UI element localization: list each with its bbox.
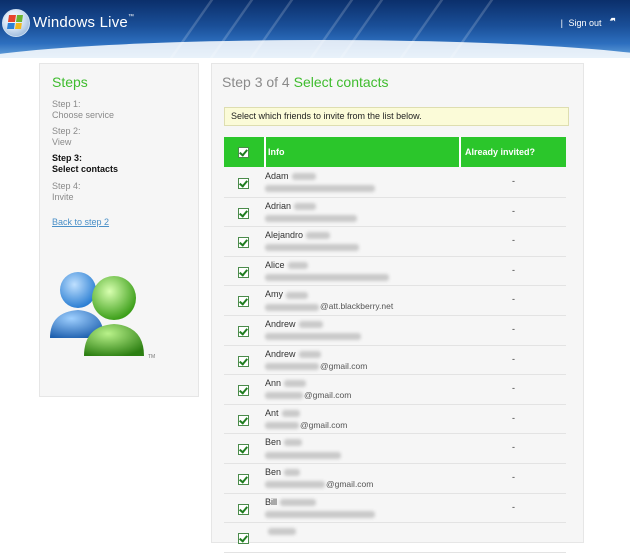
contact-checkbox[interactable] <box>238 533 249 545</box>
column-header-already-invited: Already invited? <box>459 137 566 167</box>
contact-checkbox[interactable] <box>238 444 249 456</box>
brand-title[interactable]: Windows Live™ <box>33 14 134 31</box>
contact-row[interactable]: Bill - <box>224 494 566 524</box>
already-invited-value: - <box>512 383 515 394</box>
already-invited-value: - <box>512 235 515 246</box>
already-invited-value: - <box>512 323 515 334</box>
contact-name: Andrew <box>265 349 321 359</box>
contact-email <box>265 272 390 282</box>
contact-email: @gmail.com <box>265 390 351 400</box>
step-2: Step 2: View <box>52 126 81 147</box>
steps-sidebar: Steps Step 1: Choose service Step 2: View … <box>39 63 199 397</box>
contact-row[interactable]: Alice - <box>224 257 566 287</box>
messenger-buddies-icon: TM <box>48 268 160 363</box>
already-invited-value: - <box>512 501 515 512</box>
windows-flag-icon <box>7 15 23 29</box>
contact-name: Bill <box>265 497 317 507</box>
contact-name: Ant <box>265 408 300 418</box>
already-invited-value: - <box>512 176 515 186</box>
contact-name: Ben <box>265 437 303 447</box>
signout-label[interactable]: Sign out <box>568 18 601 28</box>
contact-checkbox[interactable] <box>238 207 249 219</box>
contact-checkbox[interactable] <box>238 414 249 426</box>
contact-name: Adrian <box>265 201 317 211</box>
contact-email <box>265 509 376 519</box>
page-title: Step 3 of 4 Select contacts <box>222 74 389 90</box>
contact-row[interactable]: Andrew @gmail.com - <box>224 346 566 376</box>
contact-email <box>265 449 342 459</box>
contact-row[interactable] <box>224 523 566 553</box>
contact-checkbox[interactable] <box>238 503 249 515</box>
select-all-checkbox[interactable] <box>238 147 249 158</box>
contact-checkbox[interactable] <box>238 385 249 397</box>
select-contacts-panel: Step 3 of 4 Select contacts Select which… <box>211 63 584 553</box>
signout-link[interactable]: | Sign out <box>561 17 616 28</box>
contact-checkbox[interactable] <box>238 473 249 485</box>
top-header-bar: Windows Live™ | Sign out <box>0 0 630 58</box>
contact-checkbox[interactable] <box>238 325 249 337</box>
steps-title: Steps <box>52 74 88 90</box>
contacts-list: Adam - Adrian - Alejandro - Alice - Amy … <box>224 168 566 553</box>
already-invited-value: - <box>512 442 515 453</box>
contact-name: Amy <box>265 289 308 299</box>
contact-row[interactable]: Amy @att.blackberry.net - <box>224 286 566 316</box>
already-invited-value: - <box>512 471 515 482</box>
contact-name: Alice <box>265 260 308 270</box>
contact-checkbox[interactable] <box>238 178 249 189</box>
step-1: Step 1: Choose service <box>52 99 115 120</box>
already-invited-value: - <box>512 264 515 275</box>
contact-row[interactable]: Adrian - <box>224 198 566 228</box>
contact-row[interactable]: Ant @gmail.com - <box>224 405 566 435</box>
already-invited-value: - <box>512 205 515 216</box>
svg-text:TM: TM <box>148 354 155 360</box>
contacts-table-header: Info Already invited? <box>224 137 566 167</box>
column-header-info: Info <box>264 137 459 167</box>
contact-checkbox[interactable] <box>238 296 249 308</box>
step-3-current: Step 3: Select contacts <box>52 153 119 174</box>
back-to-step-2-link[interactable]: Back to step 2 <box>52 217 109 227</box>
contact-checkbox[interactable] <box>238 355 249 367</box>
contact-row[interactable]: Ben - <box>224 434 566 464</box>
contact-row[interactable]: Ben @gmail.com - <box>224 464 566 494</box>
contact-checkbox[interactable] <box>238 237 249 249</box>
contact-email: @gmail.com <box>265 420 347 430</box>
contact-name: Alejandro <box>265 230 331 240</box>
instruction-notice: Select which friends to invite from the … <box>224 107 569 126</box>
already-invited-value: - <box>512 294 515 305</box>
contact-email <box>265 331 362 341</box>
contact-name <box>265 526 296 536</box>
already-invited-value: - <box>512 353 515 364</box>
contact-row[interactable]: Adam - <box>224 168 566 198</box>
contact-email: @gmail.com <box>265 479 373 489</box>
contact-name: Ann <box>265 378 307 388</box>
already-invited-value: - <box>512 412 515 423</box>
contact-row[interactable]: Andrew - <box>224 316 566 346</box>
contact-checkbox[interactable] <box>238 266 249 278</box>
contact-name: Andrew <box>265 319 323 329</box>
contact-email <box>265 183 376 193</box>
contact-row[interactable]: Ann @gmail.com - <box>224 375 566 405</box>
contact-row[interactable]: Alejandro - <box>224 227 566 257</box>
contact-email: @att.blackberry.net <box>265 301 393 311</box>
contact-email <box>265 242 360 252</box>
signout-arrow-icon[interactable] <box>607 17 616 28</box>
contact-name: Ben <box>265 467 301 477</box>
contact-email <box>265 213 358 223</box>
select-all-cell <box>224 137 262 167</box>
step-4: Step 4: Invite <box>52 181 81 202</box>
contact-email: @gmail.com <box>265 361 367 371</box>
contact-name: Adam <box>265 171 316 181</box>
